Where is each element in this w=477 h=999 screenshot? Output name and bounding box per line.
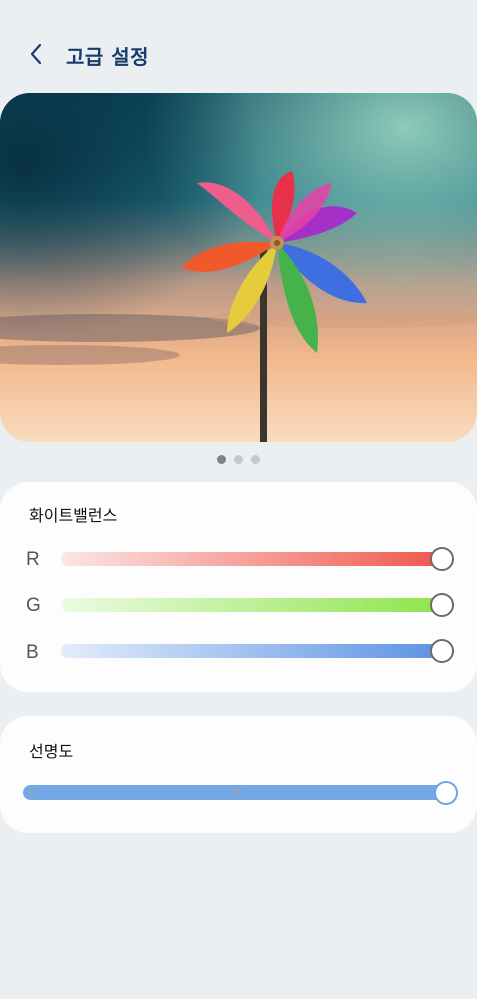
pinwheel-photo (0, 93, 477, 442)
blue-label: B (26, 642, 39, 663)
header: 고급 설정 (0, 30, 477, 82)
page-dot-1[interactable] (217, 455, 226, 464)
red-slider-thumb[interactable] (430, 547, 454, 571)
chevron-left-icon (29, 43, 43, 69)
page-dot-3[interactable] (251, 455, 260, 464)
back-button[interactable] (18, 38, 54, 74)
page-dot-2[interactable] (234, 455, 243, 464)
advanced-settings-screen: 고급 설정 화이트밸런스 R G B 선명도 (0, 0, 477, 999)
green-slider[interactable] (61, 598, 442, 612)
sharpness-tick-1 (28, 789, 35, 796)
white-balance-card: 화이트밸런스 R G B (0, 482, 477, 692)
page-title: 고급 설정 (66, 45, 150, 69)
blue-slider-thumb[interactable] (430, 639, 454, 663)
sharpness-title: 선명도 (29, 742, 74, 761)
sharpness-slider-thumb[interactable] (434, 781, 458, 805)
page-indicator (0, 455, 477, 465)
green-slider-thumb[interactable] (430, 593, 454, 617)
green-label: G (26, 595, 41, 616)
sharpness-slider[interactable] (23, 785, 445, 800)
white-balance-title: 화이트밸런스 (29, 506, 118, 525)
preview-image[interactable] (0, 93, 477, 442)
red-label: R (26, 549, 40, 570)
sharpness-card: 선명도 (0, 716, 477, 833)
red-slider[interactable] (61, 552, 442, 566)
sharpness-tick-2 (235, 789, 242, 796)
blue-slider[interactable] (61, 644, 442, 658)
